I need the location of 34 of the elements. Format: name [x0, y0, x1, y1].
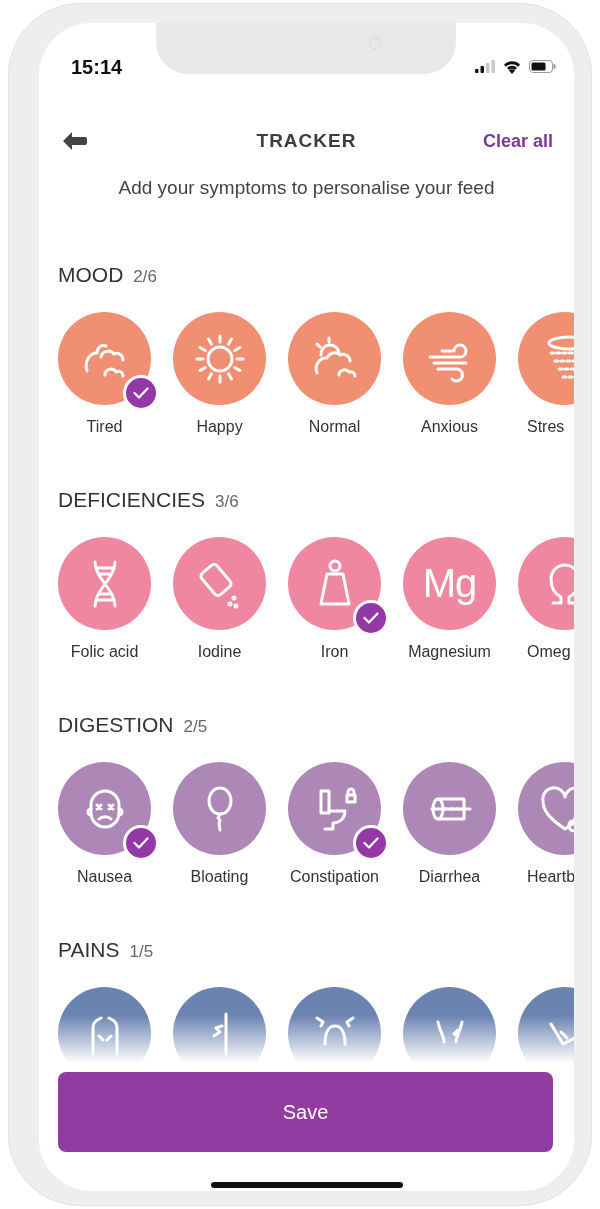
section-title: DEFICIENCIES — [58, 487, 206, 513]
section-count: 2/6 — [133, 266, 157, 288]
symptom-label: Normal — [308, 417, 361, 437]
section-title: DIGESTION — [58, 712, 174, 738]
page-title: TRACKER — [256, 130, 357, 152]
symptom-label: Happy — [196, 417, 243, 437]
symptom-label: Stres — [527, 417, 565, 437]
symptom-label: Iodine — [197, 642, 242, 662]
wifi-icon — [502, 59, 522, 74]
symptom-label: Heartb — [527, 867, 574, 887]
symptom-label: Omeg — [527, 642, 571, 662]
section-count: 2/5 — [183, 716, 208, 738]
section-count: 3/6 — [215, 491, 239, 513]
symptom-label: Constipation — [290, 867, 379, 887]
symptom-label: Tired — [86, 417, 123, 437]
subtitle: Add your symptoms to personalise your feed — [117, 176, 496, 200]
symptom-label: Diarrhea — [418, 867, 481, 887]
save-button[interactable]: Save — [58, 1072, 553, 1152]
symptom-label: Anxious — [421, 417, 478, 437]
back-button[interactable] — [63, 132, 87, 150]
section-title: PAINS — [58, 937, 120, 963]
symptom-label: Bloating — [190, 867, 249, 887]
clear-all-link[interactable]: Clear all — [482, 130, 553, 152]
section-title: MOOD — [58, 262, 124, 288]
magnesium-symbol: Mg — [422, 561, 477, 606]
symptom-label: Nausea — [76, 867, 133, 887]
status-time: 15:14 — [71, 56, 123, 79]
signal-icon — [475, 60, 495, 73]
battery-icon — [529, 60, 556, 73]
symptom-label: Iron — [320, 642, 349, 662]
symptom-label: Folic acid — [70, 642, 139, 662]
symptom-label: Magnesium — [408, 642, 491, 662]
omega-icon — [548, 562, 574, 605]
section-count: 1/5 — [129, 941, 154, 963]
